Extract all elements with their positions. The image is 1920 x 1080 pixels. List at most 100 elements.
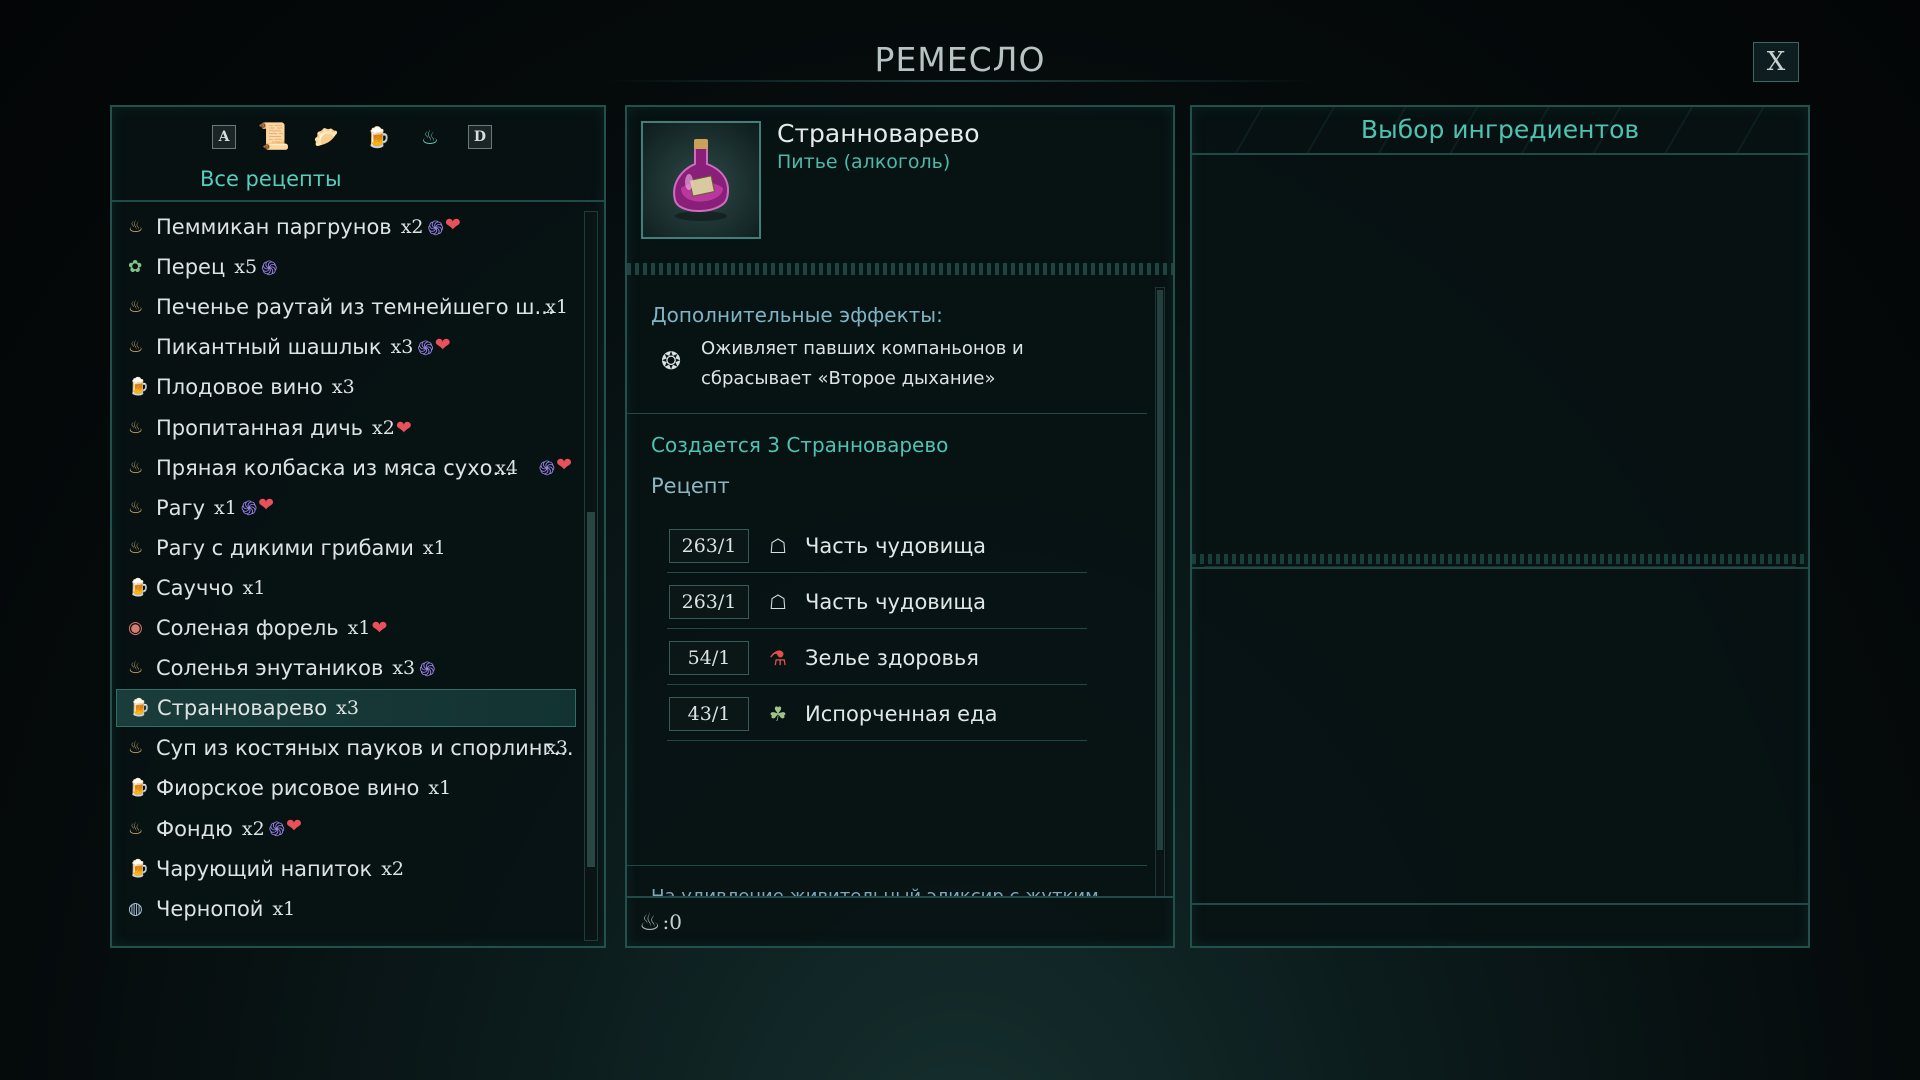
recipe-list-item[interactable]: ♨ Пряная колбаска из мяса сухо... x4 ֍ ❤ (116, 449, 576, 487)
ingredient-selection-panel: Выбор ингредиентов (1190, 105, 1810, 948)
recipe-list-item[interactable]: 🍺 Плодовое вино x3 (116, 368, 576, 406)
dish-icon: ♨ (128, 217, 144, 237)
recipe-name: Пряная колбаска из мяса сухо... (156, 455, 513, 480)
health-buff-icon: ❤ (444, 213, 461, 236)
recipe-list-item[interactable]: ♨ Рагу с дикими грибами x1 (116, 529, 576, 567)
drink-icon: 🍺 (128, 778, 150, 799)
recipe-quantity: x1 (272, 897, 296, 920)
ingredient-icon: ⚗ (769, 646, 787, 670)
recipe-quantity: x2 (381, 857, 405, 880)
sort-a-key[interactable]: A (212, 125, 236, 149)
recipe-quantity: x2 (400, 216, 424, 238)
ingredient-row: 263/1 ☖ Часть чудовища (669, 528, 1089, 564)
recipe-name: Рагу с дикими грибами (156, 535, 414, 560)
fish-icon: ◉ (128, 618, 143, 638)
food-icon[interactable]: 🥟 (312, 123, 340, 151)
health-buff-icon: ❤ (395, 416, 412, 439)
footer: ♨ :0 (627, 896, 1173, 946)
close-button[interactable]: X (1753, 42, 1799, 82)
recipe-quantity: x5 (234, 256, 258, 279)
recipe-quantity: x3 (392, 657, 416, 680)
recipe-quantity: x1 (214, 496, 237, 519)
ingredient-icon: ☘ (769, 702, 787, 726)
drink-icon[interactable]: 🍺 (364, 123, 392, 151)
health-buff-icon: ❤ (556, 454, 572, 477)
drink-icon: 🍺 (129, 698, 151, 719)
recipe-name: Пеммикан паргрунов (156, 215, 392, 239)
filter-bar: A 📜 🥟 🍺 ♨ D Все рецепты (112, 107, 604, 202)
item-portrait (641, 121, 761, 239)
recipe-list-item[interactable]: ♨ Фондю x2 ֍ ❤ (116, 810, 576, 848)
recipe-name: Рагу (156, 495, 205, 520)
ingredient-name: Часть чудовища (805, 534, 986, 558)
recipe-detail-panel: Странноварево Питье (алкоголь) Дополните… (625, 105, 1175, 948)
recipe-scroll-icon[interactable]: 📜 (258, 122, 290, 152)
drink-icon: 🍺 (128, 377, 150, 398)
recipe-list-item[interactable]: 🍺 Сауччо x1 (116, 569, 576, 607)
recipe-label: Рецепт (651, 474, 730, 498)
ingredient-panel-header: Выбор ингредиентов (1192, 107, 1808, 155)
dish-icon: ♨ (128, 457, 144, 478)
recipe-quantity: x1 (347, 617, 371, 639)
recipe-name: Фиорское рисовое вино (156, 776, 420, 801)
divider (667, 628, 1087, 629)
ingredient-row: 43/1 ☘ Испорченная еда (669, 696, 1089, 732)
recipe-quantity: x2 (372, 416, 395, 439)
item-type: Питье (алкоголь) (777, 151, 951, 173)
divider (667, 572, 1087, 573)
recipe-name: Суп из костяных пауков и спорлинг... (156, 736, 574, 761)
recipe-list: ♨ Пеммикан паргрунов x2 ֍ ❤ ✿ Перец x5 ֍ ♨ Печенье… (112, 204, 580, 946)
potion-bottle-icon (673, 139, 729, 221)
recipe-list-item[interactable]: ◍ Чернопой x1 (116, 890, 576, 928)
detail-content: Дополнительные эффекты: ❂ Оживляет павши… (627, 275, 1173, 896)
recipe-list-item[interactable]: 🍺 Чарующий напиток x2 (116, 850, 576, 888)
ingredient-name: Часть чудовища (805, 590, 986, 614)
recipe-quantity: x3 (545, 737, 568, 760)
title-divider (600, 80, 1320, 82)
recipe-name: Пропитанная дичь (156, 415, 364, 440)
scrollbar-thumb[interactable] (587, 512, 595, 867)
recipe-quantity: x1 (428, 777, 452, 800)
recipe-list-item[interactable]: ♨ Суп из костяных пауков и спорлинг... x3 (116, 729, 576, 767)
stamina-buff-icon: ֍ (261, 255, 278, 280)
recipe-list-item[interactable]: ♨ Пеммикан паргрунов x2 ֍ ❤ (116, 208, 576, 246)
recipe-list-item[interactable]: 🍺 Фиорское рисовое вино x1 (116, 769, 576, 807)
ingredient-slot-area[interactable] (1204, 167, 1796, 567)
recipe-list-item[interactable]: ♨ Пропитанная дичь x2 ❤ (116, 409, 576, 447)
filter-label: Все рецепты (200, 167, 342, 191)
recipe-list-item[interactable]: 🍺 Странноварево x3 (116, 689, 576, 728)
stamina-buff-icon: ֍ (417, 335, 434, 360)
recipe-quantity: x4 (495, 456, 518, 479)
recipe-list-item[interactable]: ♨ Рагу x1 ֍ ❤ (116, 489, 576, 527)
ingredient-count: 263/1 (669, 529, 749, 563)
sort-d-key[interactable]: D (468, 125, 492, 149)
recipe-list-item[interactable]: ♨ Соленья энутаников x3 ֍ (116, 649, 576, 687)
recipe-list-item[interactable]: ◉ Соленая форель x1 ❤ (116, 609, 576, 647)
effect-text: Оживляет павших компаньонов и сбрасывает… (701, 338, 1024, 389)
dish-icon: ♨ (128, 818, 144, 839)
health-buff-icon: ❤ (434, 333, 451, 356)
stamina-buff-icon: ֍ (427, 215, 444, 240)
dish-icon: ♨ (128, 658, 144, 679)
window-title: РЕМЕСЛО (874, 40, 1046, 79)
ingredient-name: Испорченная еда (805, 702, 998, 726)
recipe-name: Соленая форель (156, 616, 339, 640)
divider (667, 684, 1087, 685)
recipe-list-item[interactable]: ♨ Пикантный шашлык x3 ֍ ❤ (116, 328, 576, 366)
recipe-list-item[interactable]: ♨ Печенье раутай из темнейшего ш... x1 (116, 288, 576, 326)
dish-icon: ♨ (128, 497, 144, 518)
detail-scrollbar[interactable] (1155, 287, 1165, 897)
recipe-name: Странноварево (157, 696, 328, 721)
ingredient-options-area[interactable] (1192, 567, 1808, 905)
recipe-name: Перец (156, 255, 226, 280)
recipe-list-scrollbar[interactable] (584, 211, 598, 941)
ingredient-row: 263/1 ☖ Часть чудовища (669, 584, 1089, 620)
recipe-quantity: x1 (422, 536, 446, 559)
ingredient-count: 263/1 (669, 585, 749, 619)
stamina-buff-icon: ֍ (419, 656, 436, 681)
recipe-list-item[interactable]: ✿ Перец x5 ֍ (116, 248, 576, 286)
scrollbar-thumb[interactable] (1157, 290, 1163, 850)
recipe-name: Фондю (156, 816, 233, 841)
revive-icon: ❂ (661, 347, 682, 375)
dish-icon[interactable]: ♨ (416, 123, 444, 151)
